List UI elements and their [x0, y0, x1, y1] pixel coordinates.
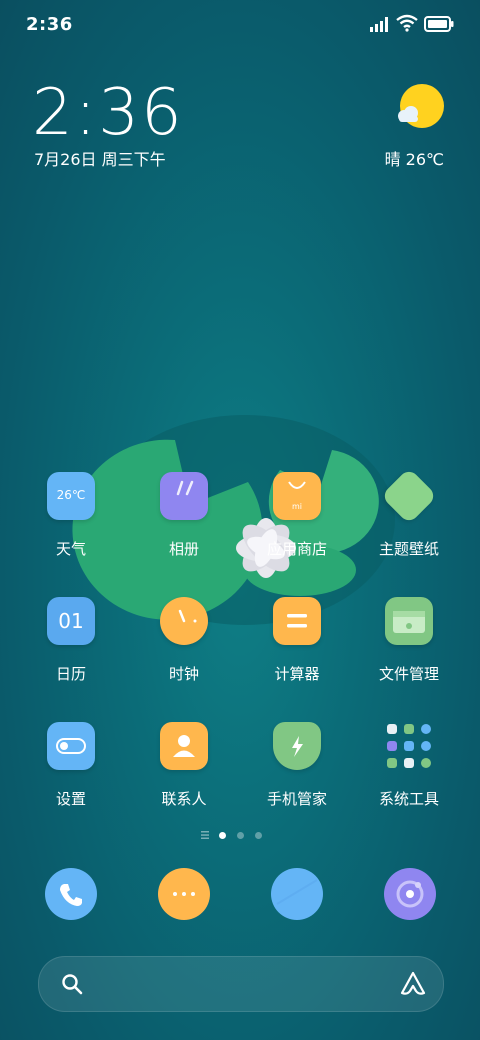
app-calculator[interactable]: 计算器	[242, 597, 352, 684]
contacts-app-icon	[160, 722, 208, 770]
page-dot[interactable]	[237, 832, 244, 839]
status-time: 2:36	[26, 14, 73, 35]
clock-widget-date[interactable]: 7月26日 周三下午	[34, 146, 166, 170]
signal-icon	[370, 17, 388, 32]
page-dot[interactable]	[219, 832, 226, 839]
file-manager-icon	[385, 597, 433, 645]
battery-icon	[424, 16, 454, 32]
app-label: 系统工具	[378, 790, 439, 808]
calendar-app-icon: 01	[47, 597, 95, 645]
settings-app-icon	[47, 722, 95, 770]
sunny-cloud-icon[interactable]	[392, 82, 444, 134]
app-app-store[interactable]: mi 应用商店	[242, 472, 352, 559]
app-label: 手机管家	[266, 790, 327, 808]
app-label: 联系人	[161, 790, 207, 808]
app-security[interactable]: 手机管家	[242, 722, 352, 809]
app-label: 主题壁纸	[378, 540, 439, 558]
app-label: 计算器	[274, 665, 320, 683]
system-tools-folder-icon	[385, 722, 433, 770]
app-weather[interactable]: 26℃ 天气	[16, 472, 126, 559]
app-label: 文件管理	[378, 665, 439, 683]
app-label: 天气	[55, 540, 86, 558]
app-gallery[interactable]: 相册	[129, 472, 239, 559]
clock-widget-time[interactable]: 2:36	[32, 76, 184, 150]
themes-app-icon	[380, 467, 438, 525]
assistant-icon[interactable]	[399, 971, 427, 997]
search-bar[interactable]	[38, 956, 444, 1012]
app-label: 设置	[55, 790, 86, 808]
app-contacts[interactable]: 联系人	[129, 722, 239, 809]
clock-app-icon	[160, 597, 208, 645]
wifi-icon	[396, 14, 418, 32]
app-clock[interactable]: 时钟	[129, 597, 239, 684]
app-file-manager[interactable]: 文件管理	[354, 597, 464, 684]
browser-icon[interactable]	[271, 868, 323, 920]
weather-app-icon: 26℃	[47, 472, 95, 520]
weather-app-badge: 26℃	[56, 488, 86, 502]
gallery-app-icon	[160, 472, 208, 520]
search-icon	[62, 974, 83, 995]
camera-icon[interactable]	[384, 868, 436, 920]
weather-text[interactable]: 晴 26℃	[385, 146, 444, 170]
app-settings[interactable]: 设置	[16, 722, 126, 809]
calendar-app-badge: 01	[58, 609, 84, 633]
app-label: 日历	[55, 665, 86, 683]
app-label: 应用商店	[266, 540, 327, 558]
messages-icon[interactable]	[158, 868, 210, 920]
calculator-app-icon	[273, 597, 321, 645]
app-store-badge: mi	[291, 502, 302, 511]
status-bar: 2:36	[0, 0, 480, 50]
app-label: 时钟	[168, 665, 199, 683]
phone-icon[interactable]	[45, 868, 97, 920]
page-indicator[interactable]	[200, 828, 280, 842]
security-app-icon	[273, 722, 321, 770]
page-dot[interactable]	[255, 832, 262, 839]
app-themes[interactable]: 主题壁纸	[354, 467, 464, 559]
app-system-tools[interactable]: 系统工具	[354, 722, 464, 809]
app-label: 相册	[168, 540, 199, 558]
app-calendar[interactable]: 01 日历	[16, 597, 126, 684]
list-menu-icon[interactable]	[200, 830, 210, 840]
app-store-icon: mi	[273, 472, 321, 520]
